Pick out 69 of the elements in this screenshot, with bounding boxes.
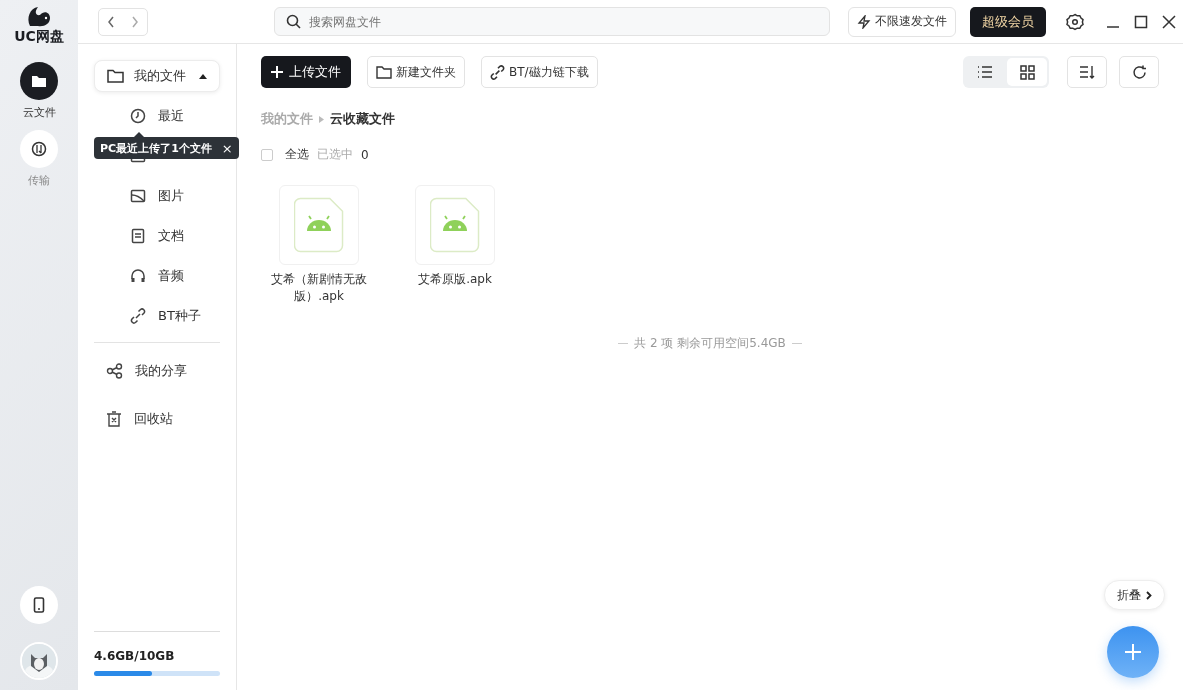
app-logo-text: UC网盘 — [14, 28, 64, 46]
folder-icon — [107, 69, 124, 83]
breadcrumb-item: 云收藏文件 — [330, 110, 395, 128]
clock-icon — [130, 108, 146, 124]
magnet-download-button[interactable]: BT/磁力链下载 — [481, 56, 598, 88]
refresh-icon — [1131, 64, 1147, 80]
selected-label: 已选中 — [317, 146, 353, 163]
list-icon — [977, 65, 993, 79]
tooltip-text: PC最近上传了1个文件 — [100, 140, 212, 156]
lightning-icon — [857, 14, 871, 29]
rail-label: 传输 — [28, 173, 50, 188]
rail-button[interactable] — [20, 62, 58, 100]
upload-button[interactable]: 上传文件 — [261, 56, 351, 88]
sidebar-item[interactable]: BT种子 — [94, 296, 220, 336]
link-icon — [130, 308, 146, 324]
file-thumbnail[interactable] — [279, 185, 359, 265]
folder-icon — [31, 74, 47, 88]
file-name: 艾希（新剧情无敌版）.apk — [270, 271, 368, 305]
headphones-icon — [130, 268, 146, 284]
grid-icon — [1019, 64, 1035, 80]
phone-button[interactable] — [20, 586, 58, 624]
plus-icon — [1125, 644, 1141, 660]
summary-text: 共 2 项 剩余可用空间5.4GB — [634, 335, 786, 352]
chevron-right-icon — [319, 115, 324, 123]
grid-view-button[interactable] — [1007, 58, 1047, 86]
sort-button[interactable] — [1067, 56, 1107, 88]
add-button[interactable] — [1107, 626, 1159, 678]
search-icon — [286, 14, 301, 29]
sort-icon — [1079, 65, 1095, 79]
sidebar-item[interactable]: 文档 — [94, 216, 220, 256]
close-icon[interactable] — [1162, 14, 1176, 29]
select-all-label: 全选 — [285, 146, 309, 163]
refresh-button[interactable] — [1119, 56, 1159, 88]
chevron-left-icon — [107, 15, 115, 28]
chevron-right-icon — [1146, 590, 1152, 600]
selected-count: 0 — [361, 147, 369, 162]
vip-button[interactable]: 超级会员 — [970, 6, 1046, 37]
sidebar-item[interactable]: 音频 — [94, 256, 220, 296]
unlimited-speed-button[interactable]: 不限速发文件 — [848, 6, 956, 37]
trash-icon — [106, 411, 122, 427]
my-files-button[interactable]: 我的文件 — [94, 60, 220, 92]
settings-icon[interactable] — [1066, 12, 1084, 31]
share-icon — [106, 363, 123, 379]
document-icon — [130, 228, 146, 244]
image-icon — [130, 188, 146, 204]
avatar[interactable] — [20, 642, 58, 680]
apk-file-icon — [294, 197, 344, 253]
chevron-right-icon — [131, 15, 139, 28]
link-icon — [490, 64, 505, 80]
storage-usage: 4.6GB/10GB — [94, 649, 175, 663]
sidebar-item[interactable]: 回收站 — [94, 395, 220, 443]
sidebar-item[interactable]: 我的分享 — [94, 347, 220, 395]
plus-icon — [271, 66, 283, 78]
collapse-button[interactable]: 折叠 — [1104, 580, 1165, 610]
search-field[interactable]: 搜索网盘文件 — [274, 7, 830, 36]
sidebar-item[interactable]: 图片 — [94, 176, 220, 216]
apk-file-icon — [430, 197, 480, 253]
rail-button[interactable] — [20, 130, 58, 168]
select-all-checkbox[interactable] — [261, 148, 273, 161]
transfer-icon — [31, 141, 47, 157]
file-thumbnail[interactable] — [415, 185, 495, 265]
rail-label: 云文件 — [22, 105, 56, 120]
tooltip-close-button[interactable]: × — [217, 140, 233, 156]
maximize-icon[interactable] — [1134, 14, 1148, 29]
phone-icon — [33, 597, 45, 613]
file-name: 艾希原版.apk — [417, 271, 493, 288]
new-folder-button[interactable]: 新建文件夹 — [367, 56, 465, 88]
sidebar-item[interactable]: 最近 — [94, 96, 220, 136]
folder-icon — [376, 65, 392, 79]
